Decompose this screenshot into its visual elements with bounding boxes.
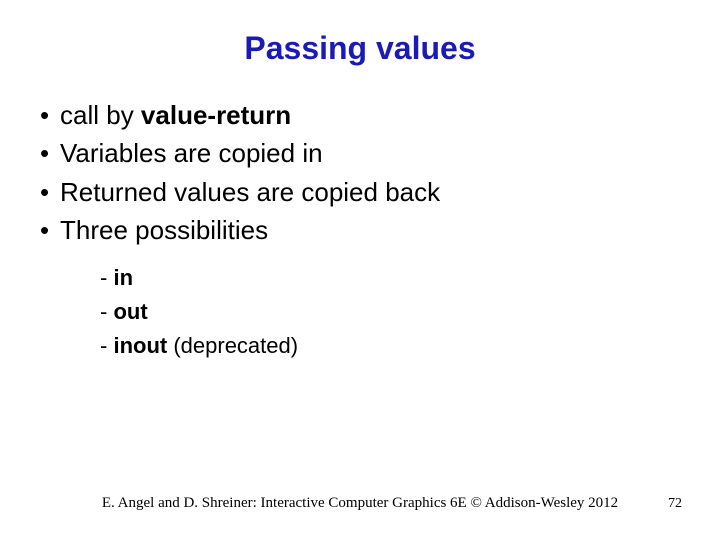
sub-item-3: - inout (deprecated) bbox=[100, 329, 680, 363]
bullet-1-pre: call by bbox=[60, 100, 141, 130]
page-number: 72 bbox=[668, 496, 682, 512]
sub-item-1: - in bbox=[100, 261, 680, 295]
bullet-1: •call by value-return bbox=[40, 97, 680, 133]
content-area: •call by value-return •Variables are cop… bbox=[0, 97, 720, 363]
bullet-4-text: Three possibilities bbox=[60, 215, 268, 245]
footer-citation: E. Angel and D. Shreiner: Interactive Co… bbox=[0, 495, 720, 512]
slide-title: Passing values bbox=[0, 0, 720, 97]
sub-3-bold: inout bbox=[113, 333, 167, 358]
bullet-mark-icon: • bbox=[40, 174, 60, 210]
dash-icon: - bbox=[100, 299, 113, 324]
bullet-3-text: Returned values are copied back bbox=[60, 177, 440, 207]
footer: E. Angel and D. Shreiner: Interactive Co… bbox=[0, 495, 720, 512]
sub-list: - in - out - inout (deprecated) bbox=[40, 251, 680, 363]
sub-item-2: - out bbox=[100, 295, 680, 329]
bullet-1-bold: value-return bbox=[141, 100, 291, 130]
bullet-3: •Returned values are copied back bbox=[40, 174, 680, 210]
bullet-4: •Three possibilities bbox=[40, 212, 680, 248]
bullet-mark-icon: • bbox=[40, 135, 60, 171]
sub-3-rest: (deprecated) bbox=[167, 333, 298, 358]
dash-icon: - bbox=[100, 265, 113, 290]
sub-2-bold: out bbox=[113, 299, 147, 324]
bullet-2-text: Variables are copied in bbox=[60, 138, 323, 168]
sub-1-bold: in bbox=[113, 265, 133, 290]
bullet-mark-icon: • bbox=[40, 97, 60, 133]
bullet-2: •Variables are copied in bbox=[40, 135, 680, 171]
bullet-mark-icon: • bbox=[40, 212, 60, 248]
dash-icon: - bbox=[100, 333, 113, 358]
